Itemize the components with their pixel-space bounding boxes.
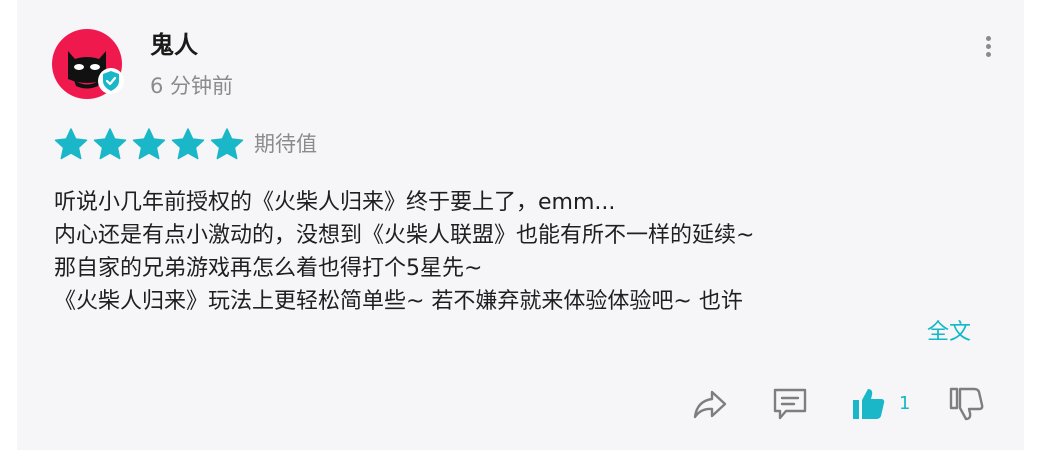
verified-badge-icon [98, 68, 124, 94]
comment-icon [773, 388, 807, 420]
expand-full-text-link[interactable]: 全文 [913, 316, 972, 349]
star-icon [54, 128, 88, 160]
review-text[interactable]: 听说小几年前授权的《火柴人归来》终于要上了，emm... 内心还是有点小激动的，… [54, 186, 984, 318]
thumbs-up-icon [853, 389, 885, 419]
share-icon [693, 390, 727, 419]
share-button[interactable] [691, 386, 729, 422]
username[interactable]: 鬼人 [150, 30, 198, 60]
star-icon [132, 128, 166, 160]
review-line: 那自家的兄弟游戏再怎么着也得打个5星先~ [54, 256, 483, 281]
like-count: 1 [899, 393, 911, 414]
dislike-button[interactable] [947, 386, 985, 422]
star-icon [210, 128, 244, 160]
timestamp: 6 分钟前 [150, 74, 234, 98]
more-options-icon[interactable] [979, 32, 999, 60]
star-icon [171, 128, 205, 160]
thumbs-down-icon [949, 387, 984, 421]
like-button[interactable] [850, 386, 888, 422]
star-icon [93, 128, 127, 160]
review-line: 听说小几年前授权的《火柴人归来》终于要上了，emm... [54, 190, 616, 215]
review-line: 《火柴人归来》玩法上更轻松简单些~ 若不嫌弃就来体验体验吧~ 也许 [54, 289, 743, 314]
review-card: 鬼人 6 分钟前 期待值 听说小几年前授权的《火柴人归来》终于要上了，emm..… [17, 0, 1024, 450]
review-line: 内心还是有点小激动的，没想到《火柴人联盟》也能有所不一样的延续~ [54, 223, 755, 248]
rating-label: 期待值 [254, 132, 317, 156]
comment-button[interactable] [771, 386, 809, 422]
